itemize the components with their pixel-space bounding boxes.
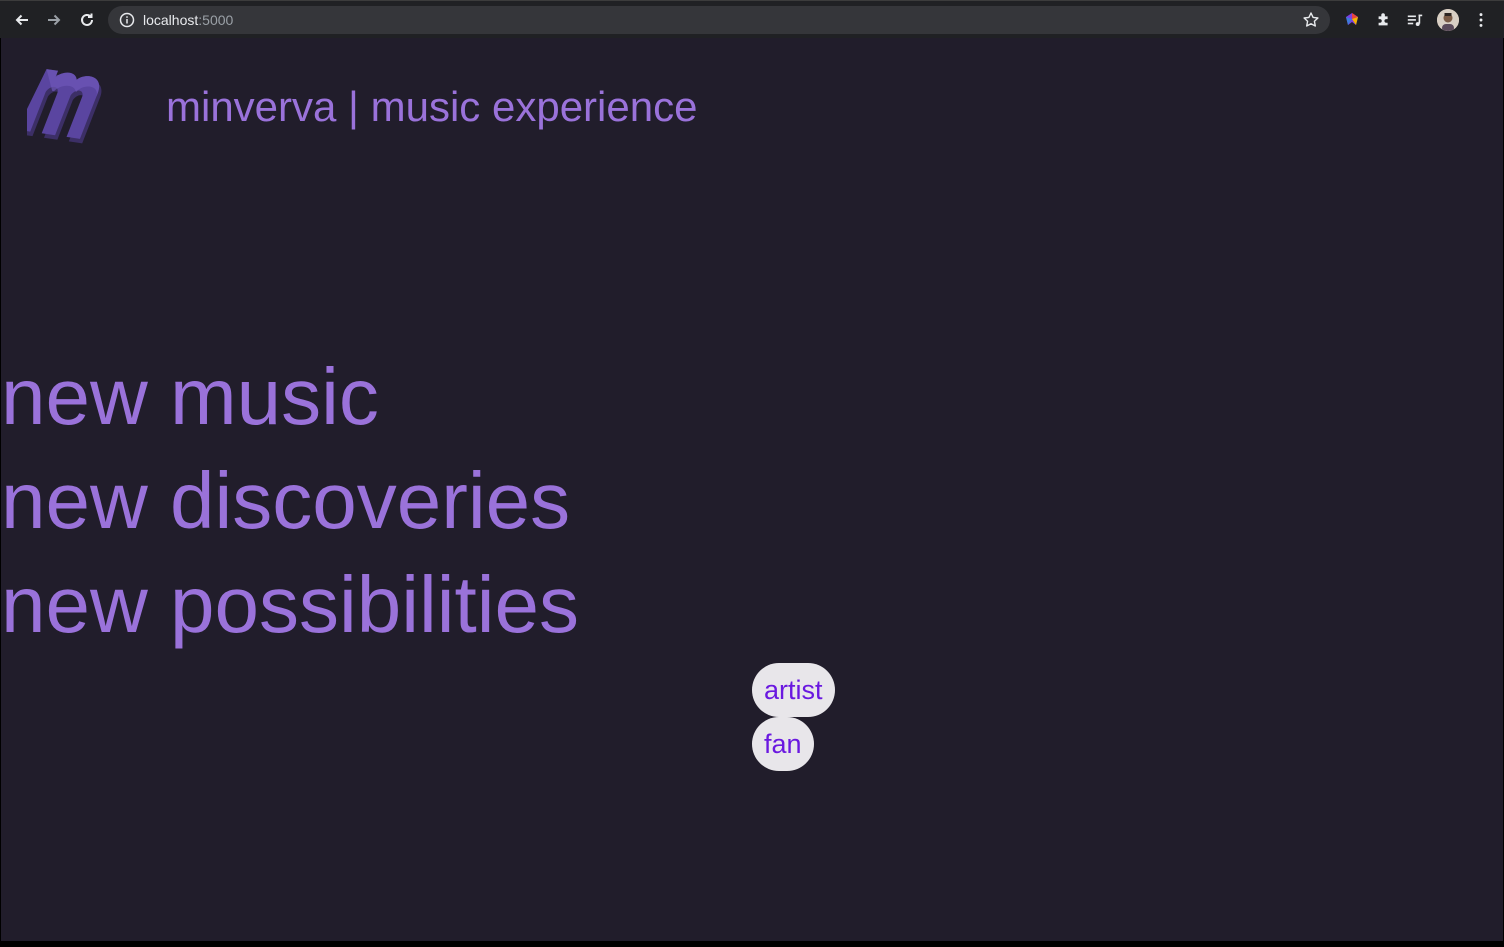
reload-button[interactable] (74, 7, 100, 33)
info-icon[interactable] (119, 12, 135, 28)
puzzle-icon (1378, 13, 1388, 26)
m-logo-icon (27, 69, 102, 144)
user-avatar-icon (1437, 9, 1459, 31)
back-button[interactable] (9, 7, 35, 33)
browser-menu-button[interactable] (1471, 10, 1491, 30)
forward-button[interactable] (41, 7, 67, 33)
site-title: minverva | music experience (166, 83, 698, 130)
artist-button[interactable]: artist (752, 663, 835, 717)
url-text: localhost:5000 (143, 12, 233, 28)
profile-avatar[interactable] (1437, 9, 1459, 31)
reload-icon (81, 13, 93, 26)
playlist-icon (1407, 14, 1423, 27)
tagline-line-1: new music (1, 352, 379, 441)
url-host: localhost (143, 12, 199, 28)
kebab-menu-icon (1479, 13, 1483, 27)
window-bottom-edge (0, 941, 1504, 947)
extensions-puzzle-button[interactable] (1374, 10, 1394, 30)
tagline-line-2: new discoveries (1, 456, 571, 545)
colorful-extension-icon (1346, 13, 1358, 25)
extension-icon[interactable] (1342, 10, 1362, 30)
fan-button[interactable]: fan (752, 717, 814, 771)
address-bar[interactable]: localhost:5000 (108, 6, 1330, 34)
back-arrow-icon (15, 14, 28, 26)
url-port: :5000 (198, 12, 234, 28)
media-control-button[interactable] (1405, 10, 1425, 30)
page-content: minverva | music experience new music ne… (1, 38, 1503, 941)
browser-toolbar: localhost:5000 (0, 0, 1504, 38)
bookmark-star-icon[interactable] (1302, 11, 1320, 29)
tagline-line-3: new possibilities (1, 560, 580, 649)
forward-arrow-icon (48, 14, 61, 26)
